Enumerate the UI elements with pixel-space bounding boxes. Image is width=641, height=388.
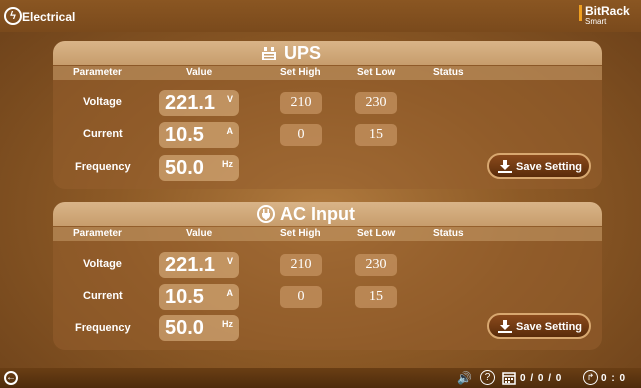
- clock-icon: ↱: [583, 370, 598, 385]
- power-plug-icon: [257, 205, 275, 223]
- value-number: 10.5: [165, 124, 204, 146]
- col-status: Status: [433, 67, 464, 78]
- panel-title: UPS: [284, 43, 322, 63]
- logo-subtext: Smart: [585, 17, 607, 26]
- param-label: Frequency: [75, 322, 131, 334]
- back-icon[interactable]: ←: [4, 371, 18, 385]
- column-header-row: Parameter Value Set High Set Low Status: [53, 227, 602, 241]
- ac-panel-header: AC Input: [53, 202, 602, 226]
- status-bar: ← 🔊 ? 0 / 0 / 0 ↱ 0 : 0: [0, 368, 641, 388]
- current-value: 10.5 A: [159, 284, 239, 310]
- bitrack-logo: BitRack Smart: [579, 3, 630, 31]
- param-label: Frequency: [75, 161, 131, 173]
- frequency-value: 50.0 Hz: [159, 315, 239, 341]
- value-number: 50.0: [165, 317, 204, 339]
- logo-accent-bar: [579, 5, 582, 21]
- column-header-row: Parameter Value Set High Set Low Status: [53, 66, 602, 80]
- param-label: Voltage: [83, 258, 122, 270]
- col-set-high: Set High: [280, 228, 321, 239]
- ups-battery-icon: [262, 47, 276, 60]
- ups-panel: UPS Parameter Value Set High Set Low Sta…: [53, 41, 602, 189]
- voltage-set-low-input[interactable]: 230: [355, 254, 397, 276]
- value-number: 221.1: [165, 92, 216, 114]
- calendar-icon[interactable]: [502, 371, 516, 385]
- current-set-low-input[interactable]: 15: [355, 286, 397, 308]
- col-status: Status: [433, 228, 464, 239]
- current-set-high-input[interactable]: 0: [280, 286, 322, 308]
- help-icon[interactable]: ?: [480, 370, 495, 385]
- col-set-high: Set High: [280, 67, 321, 78]
- save-button-label: Save Setting: [516, 321, 583, 333]
- current-set-high-input[interactable]: 0: [280, 124, 322, 146]
- value-unit: A: [226, 126, 234, 136]
- ups-save-setting-button[interactable]: Save Setting: [487, 153, 591, 179]
- col-parameter: Parameter: [73, 228, 122, 239]
- save-button-label: Save Setting: [516, 161, 583, 173]
- voltage-set-high-input[interactable]: 210: [280, 254, 322, 276]
- panel-title: AC Input: [280, 204, 355, 224]
- param-label: Voltage: [83, 96, 122, 108]
- clock-time: 0 : 0: [601, 373, 627, 384]
- col-set-low: Set Low: [357, 67, 396, 78]
- logo-text: BitRack: [585, 4, 630, 18]
- col-parameter: Parameter: [73, 67, 122, 78]
- ac-save-setting-button[interactable]: Save Setting: [487, 313, 591, 339]
- value-number: 221.1: [165, 254, 216, 276]
- current-value: 10.5 A: [159, 122, 239, 148]
- value-unit: Hz: [222, 319, 233, 329]
- voltage-set-low-input[interactable]: 230: [355, 92, 397, 114]
- voltage-value: 221.1 V: [159, 90, 239, 116]
- ac-input-panel: AC Input Parameter Value Set High Set Lo…: [53, 202, 602, 350]
- param-label: Current: [83, 290, 123, 302]
- download-icon: [498, 320, 512, 333]
- frequency-value: 50.0 Hz: [159, 155, 239, 181]
- col-set-low: Set Low: [357, 228, 396, 239]
- value-unit: V: [226, 94, 233, 104]
- download-icon: [498, 160, 512, 173]
- value-number: 10.5: [165, 286, 204, 308]
- col-value: Value: [186, 67, 213, 78]
- app-title: Electrical: [22, 10, 76, 24]
- value-unit: A: [226, 288, 234, 298]
- voltage-set-high-input[interactable]: 210: [280, 92, 322, 114]
- value-number: 50.0: [165, 157, 204, 179]
- param-label: Current: [83, 128, 123, 140]
- top-bar: ϟ Electrical BitRack Smart: [0, 0, 641, 32]
- col-value: Value: [186, 228, 213, 239]
- alarm-counter: 0 / 0 / 0: [520, 373, 563, 384]
- lightning-icon: ϟ: [4, 7, 22, 25]
- voltage-value: 221.1 V: [159, 252, 239, 278]
- current-set-low-input[interactable]: 15: [355, 124, 397, 146]
- ups-panel-header: UPS: [53, 41, 602, 65]
- volume-icon[interactable]: 🔊: [457, 371, 472, 385]
- value-unit: Hz: [222, 159, 233, 169]
- value-unit: V: [226, 256, 233, 266]
